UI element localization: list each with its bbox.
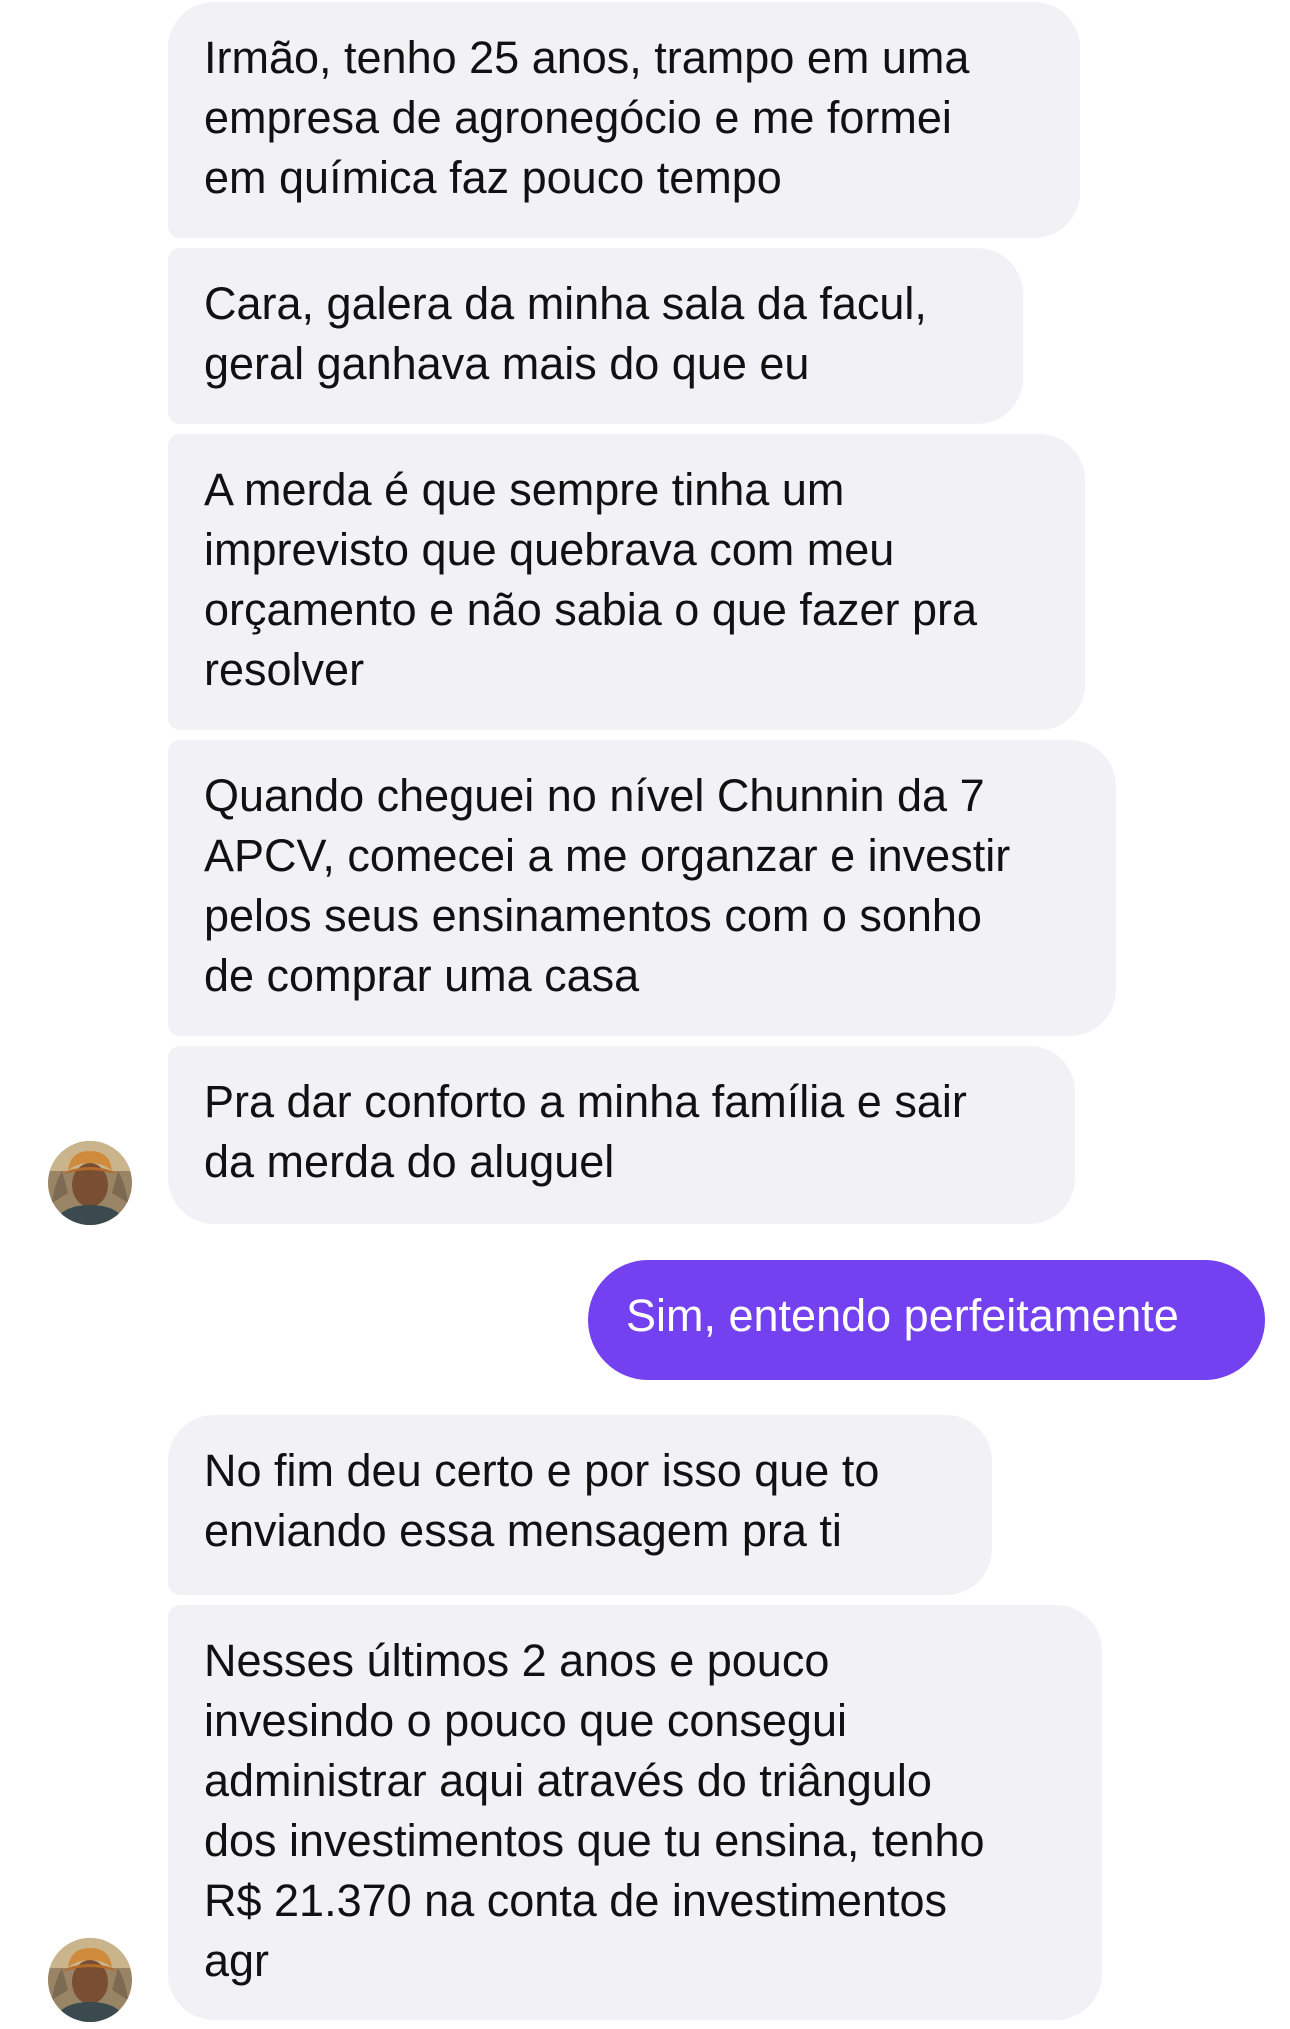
- message-bubble-incoming[interactable]: Pra dar conforto a minha família e sair …: [168, 1046, 1075, 1224]
- avatar-photo-icon: [48, 1141, 132, 1225]
- message-bubble-incoming[interactable]: Nesses últimos 2 anos e pouco invesindo …: [168, 1605, 1102, 2020]
- message-bubble-incoming[interactable]: A merda é que sempre tinha um imprevisto…: [168, 434, 1085, 730]
- message-bubble-outgoing[interactable]: Sim, entendo perfeitamente: [588, 1260, 1265, 1380]
- message-bubble-incoming[interactable]: No fim deu certo e por isso que to envia…: [168, 1415, 992, 1595]
- contact-avatar[interactable]: [48, 1938, 132, 2022]
- message-bubble-incoming[interactable]: Irmão, tenho 25 anos, trampo em uma empr…: [168, 2, 1080, 238]
- message-bubble-incoming[interactable]: Quando cheguei no nível Chunnin da 7 APC…: [168, 740, 1116, 1036]
- message-bubble-incoming[interactable]: Cara, galera da minha sala da facul, ger…: [168, 248, 1023, 424]
- avatar-photo-icon: [48, 1938, 132, 2022]
- contact-avatar[interactable]: [48, 1141, 132, 1225]
